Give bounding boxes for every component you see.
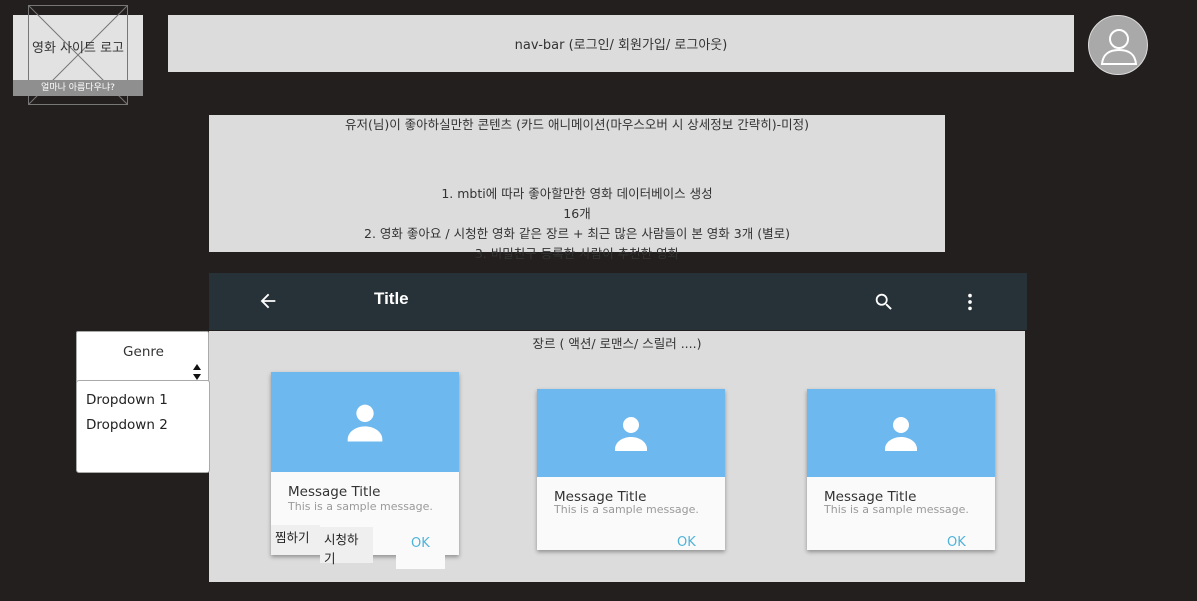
content-area: 장르 ( 액션/ 로맨스/ 스릴러 ....) Message Title Th… — [209, 331, 1025, 582]
recommendation-line-2: 16개 — [563, 206, 591, 221]
nav-bar-text: nav-bar (로그인/ 회원가입/ 로그아웃) — [514, 38, 728, 53]
recommendation-panel: 유저(님)이 좋아하실만한 콘텐츠 (카드 애니메이션(마우스오버 시 상세정보… — [209, 115, 945, 261]
movie-card-3[interactable]: Message Title This is a sample message. … — [807, 389, 995, 550]
genre-select-label: Genre — [123, 344, 164, 360]
logo-text: 영화 사이트 로고 — [32, 41, 124, 56]
recommendation-line-3: 2. 영화 좋아요 / 시청한 영화 같은 장르 + 최근 많은 사람들이 본 … — [364, 226, 790, 241]
user-icon — [1100, 29, 1138, 65]
nav-bar[interactable]: nav-bar (로그인/ 회원가입/ 로그아웃) — [168, 15, 1074, 72]
genre-dropdown-menu: Dropdown 1 Dropdown 2 — [76, 380, 210, 473]
card-message: This is a sample message. — [288, 500, 433, 513]
card-media — [271, 372, 459, 472]
person-icon — [615, 417, 647, 451]
card-media — [807, 389, 995, 477]
card-media — [537, 389, 725, 477]
card-message: This is a sample message. — [824, 503, 969, 516]
app-bar-title: Title — [374, 289, 409, 308]
recommendation-heading: 유저(님)이 좋아하실만한 콘텐츠 (카드 애니메이션(마우스오버 시 상세정보… — [344, 117, 810, 132]
ok-button[interactable]: OK — [677, 535, 696, 550]
card-title: Message Title — [288, 484, 381, 500]
genre-select[interactable]: Genre — [76, 331, 209, 383]
card-message: This is a sample message. — [554, 503, 699, 516]
ok-button[interactable]: OK — [947, 535, 966, 550]
person-icon — [885, 417, 917, 451]
site-logo-placeholder[interactable]: 영화 사이트 로고 얼마나 아름다우냐? — [13, 5, 143, 105]
recommendation-line-1: 1. mbti에 따라 좋아할만한 영화 데이터베이스 생성 — [441, 186, 713, 201]
recommendation-line-4: 3. 비밀친구 등록한 사람이 추천한 영화 — [474, 246, 680, 261]
like-button[interactable]: 찜하기 — [271, 525, 320, 555]
arrow-back-icon[interactable] — [257, 290, 279, 312]
more-vert-icon[interactable] — [959, 291, 981, 313]
movie-card-2[interactable]: Message Title This is a sample message. … — [537, 389, 725, 550]
dropdown-option-1[interactable]: Dropdown 1 — [86, 392, 168, 408]
ok-button[interactable]: OK — [411, 536, 430, 551]
logo-subtitle: 얼마나 아름다우냐? — [13, 80, 143, 96]
search-icon[interactable] — [873, 291, 895, 313]
app-bar: Title — [209, 273, 1027, 330]
dropdown-option-2[interactable]: Dropdown 2 — [86, 417, 168, 433]
genre-list-text: 장르 ( 액션/ 로맨스/ 스릴러 ....) — [532, 336, 702, 351]
sort-arrows-icon — [193, 364, 201, 380]
person-icon — [347, 404, 383, 442]
watch-button[interactable]: 시청하기 — [320, 527, 373, 566]
user-avatar[interactable] — [1088, 15, 1148, 75]
